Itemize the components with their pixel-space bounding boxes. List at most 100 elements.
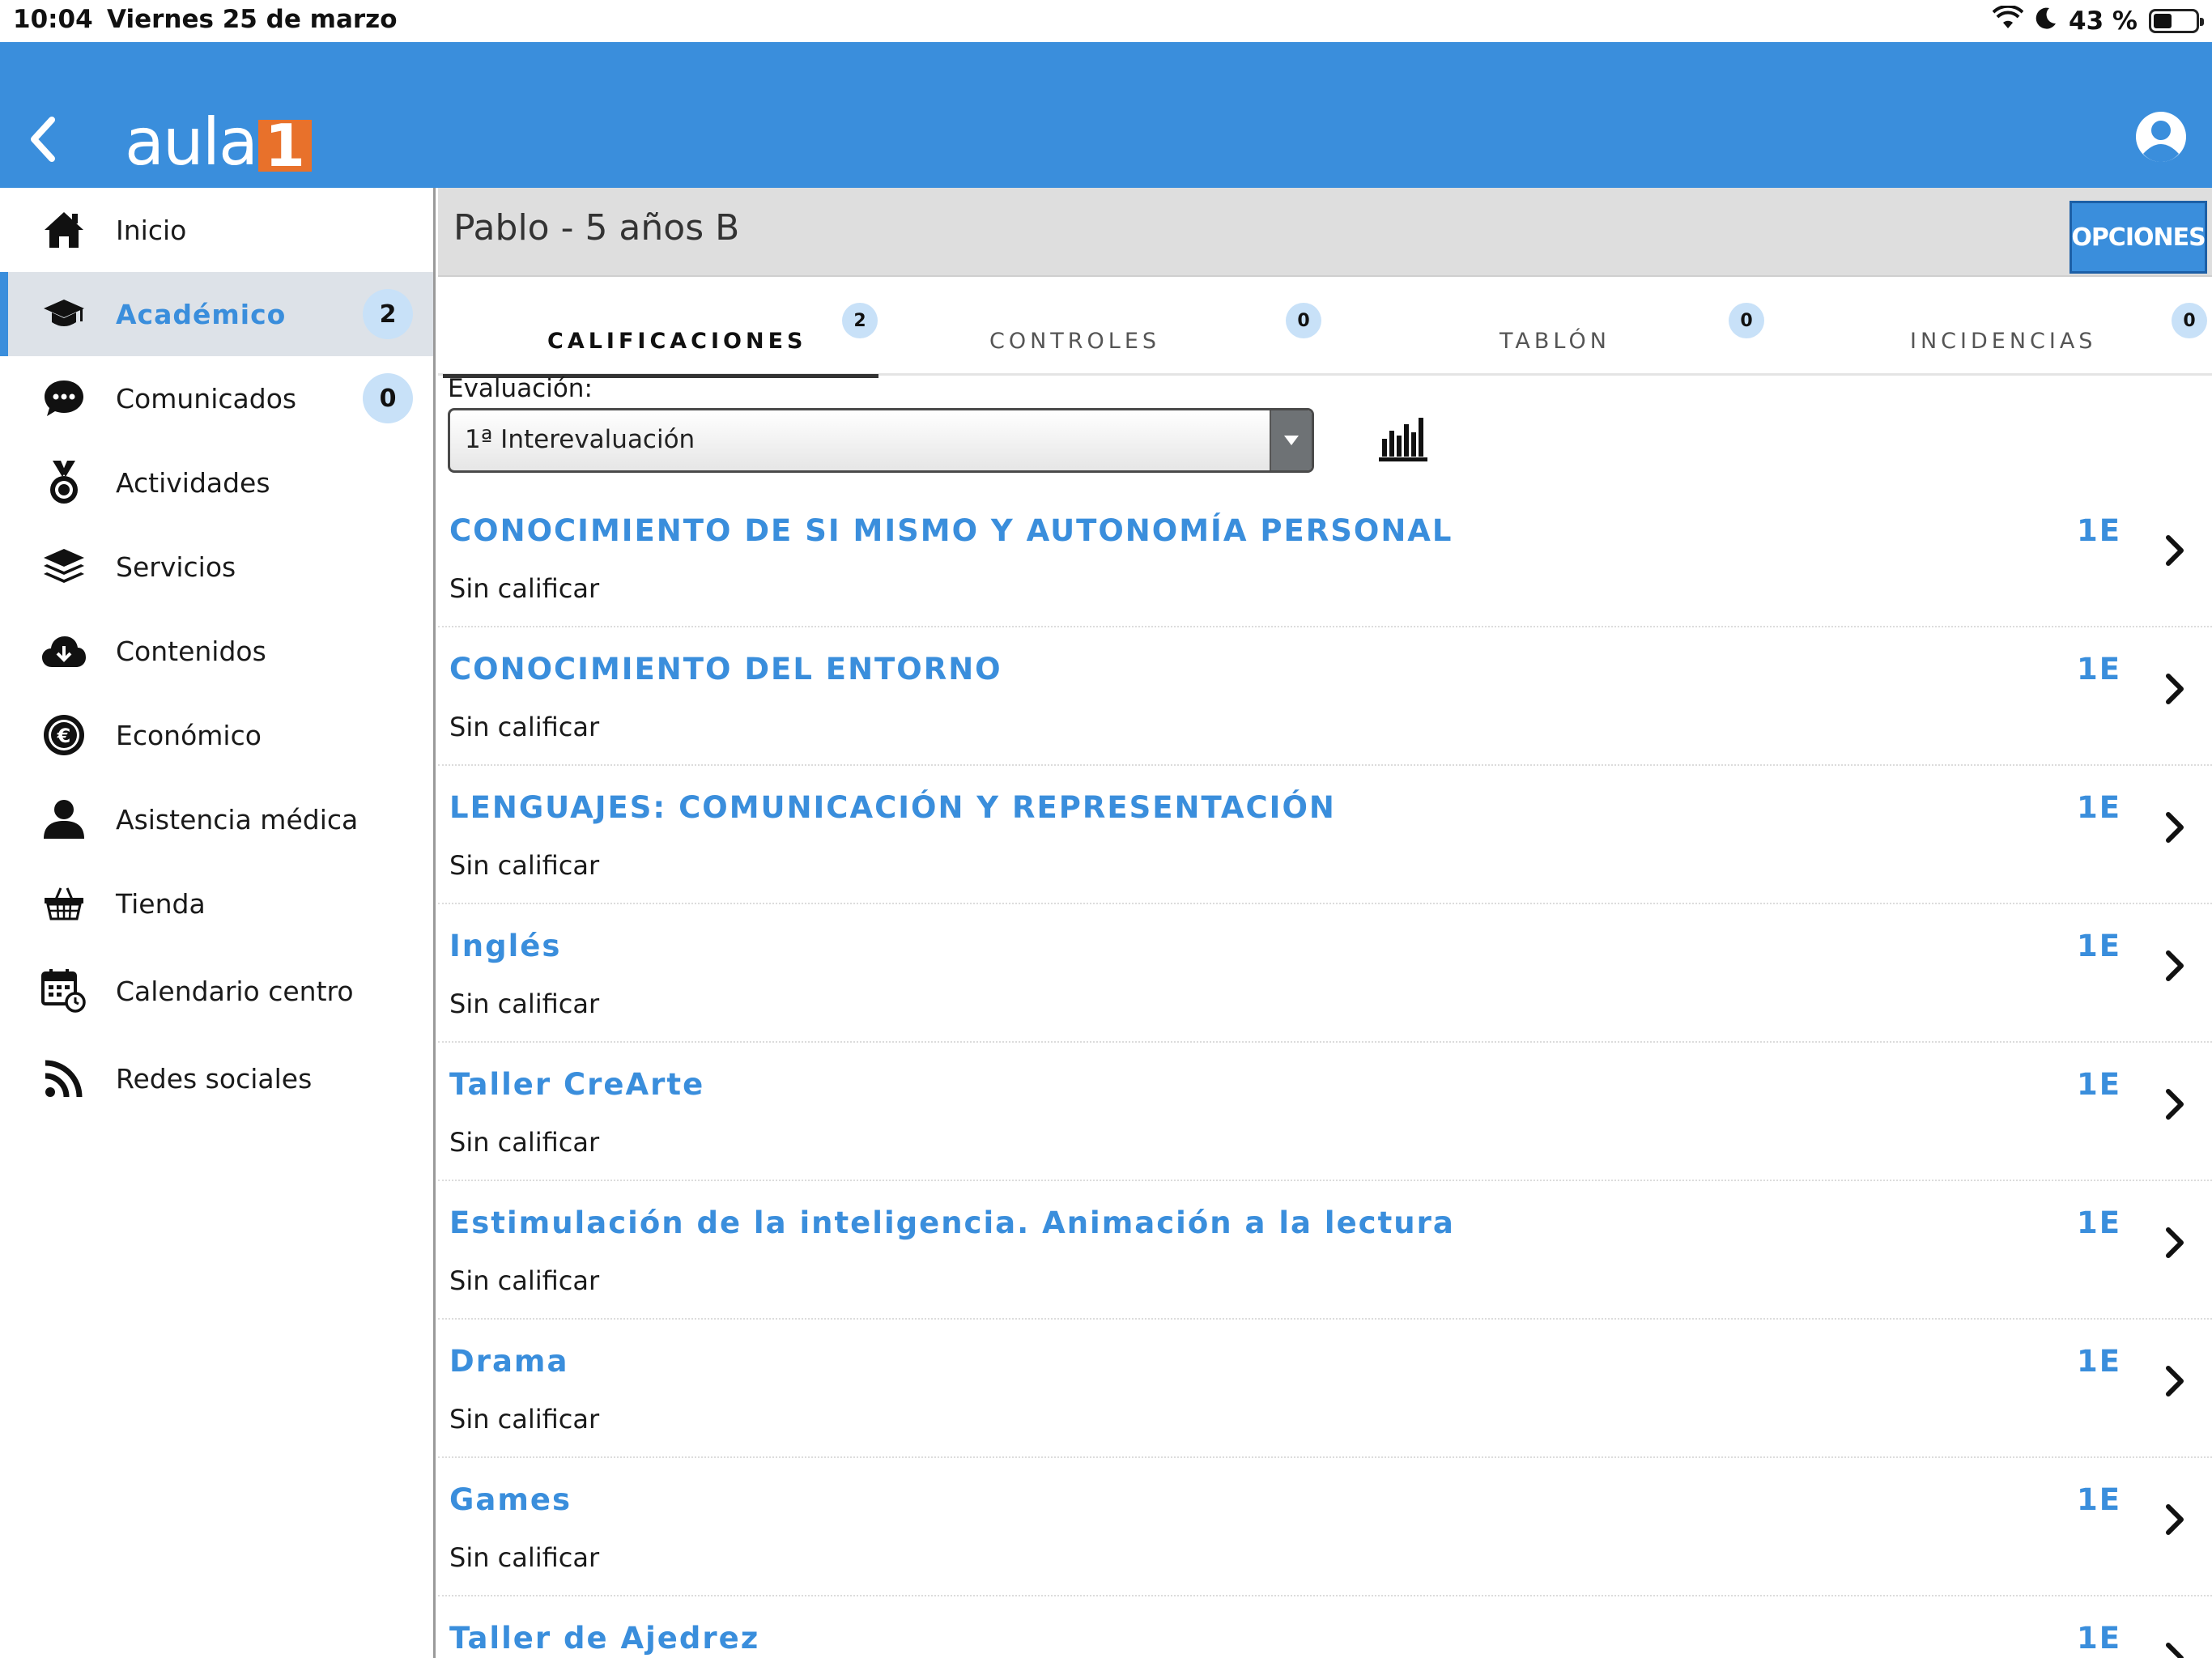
sidebar-item-servicios[interactable]: Servicios [0,525,433,609]
tab-label: INCIDENCIAS [1910,329,2097,354]
sidebar-item-label: Asistencia médica [116,803,359,835]
subject-status: Sin calificar [449,573,600,604]
subject-evaluation-code: 1E [2076,1067,2121,1102]
svg-text:€: € [57,725,71,747]
tab-label: CONTROLES [989,329,1161,354]
tab-badge: 0 [1729,303,1764,338]
chevron-right-icon[interactable] [2159,1358,2191,1404]
person-icon [39,794,89,844]
subject-row[interactable]: CONOCIMIENTO DEL ENTORNO Sin calificar 1E [438,627,2212,766]
home-icon [39,205,89,255]
subject-row[interactable]: Inglés Sin calificar 1E [438,904,2212,1043]
tab-calificaciones[interactable]: CALIFICACIONES 2 [438,278,881,378]
cloud-download-icon [39,626,89,676]
notification-badge: 2 [363,289,413,339]
subject-row[interactable]: Taller de Ajedrez 1E [438,1596,2212,1658]
medal-icon [39,457,89,508]
page-title: Pablo - 5 años B [453,207,740,249]
caret-down-icon [1284,436,1299,445]
status-right: 43 % [1992,3,2204,39]
user-account-button[interactable] [2133,108,2189,165]
tab-controles[interactable]: CONTROLES 0 [881,278,1324,376]
sidebar-item-label: Calendario centro [116,975,354,1007]
status-bar: 10:04 Viernes 25 de marzo 43 % [0,0,2212,42]
subject-status: Sin calificar [449,1542,600,1573]
back-button[interactable] [21,108,63,170]
sidebar-item-label: Económico [116,719,262,751]
subject-title: Estimulación de la inteligencia. Animaci… [449,1205,1455,1240]
sidebar-item-academico[interactable]: Académico 2 [0,272,433,356]
chevron-right-icon[interactable] [2159,1497,2191,1542]
sidebar-item-label: Servicios [116,551,236,583]
subject-title: Taller de Ajedrez [449,1621,760,1656]
subject-evaluation-code: 1E [2076,1205,2121,1240]
tab-incidencias[interactable]: INCIDENCIAS 0 [1767,278,2210,376]
calendar-icon [39,966,89,1016]
sidebar-item-calendario-centro[interactable]: Calendario centro [0,949,433,1033]
sidebar-item-actividades[interactable]: Actividades [0,440,433,525]
sidebar-item-tienda[interactable]: Tienda [0,861,433,946]
subject-row[interactable]: CONOCIMIENTO DE SI MISMO Y AUTONOMÍA PER… [438,489,2212,627]
euro-icon: € [39,710,89,760]
chevron-right-icon[interactable] [2159,1220,2191,1265]
subject-status: Sin calificar [449,988,600,1019]
subject-row[interactable]: Games Sin calificar 1E [438,1458,2212,1596]
evaluation-selected-value: 1ª Interevaluación [465,425,696,454]
subject-title: Drama [449,1344,569,1379]
chevron-right-icon[interactable] [2159,805,2191,850]
sidebar-item-contenidos[interactable]: Contenidos [0,609,433,693]
sidebar-item-inicio[interactable]: Inicio [0,188,433,272]
sidebar-item-asistencia-medica[interactable]: Asistencia médica [0,777,433,861]
subject-title: Games [449,1482,572,1517]
statistics-button[interactable] [1377,411,1431,465]
chevron-right-icon[interactable] [2159,528,2191,573]
subject-row[interactable]: Taller CreArte Sin calificar 1E [438,1043,2212,1181]
sidebar-item-label: Comunicados [116,382,297,414]
subject-row[interactable]: LENGUAJES: COMUNICACIÓN Y REPRESENTACIÓN… [438,766,2212,904]
subject-status: Sin calificar [449,712,600,742]
select-arrow[interactable] [1270,410,1312,470]
layers-icon [39,542,89,592]
sidebar-item-label: Tienda [116,887,206,920]
subject-title: CONOCIMIENTO DE SI MISMO Y AUTONOMÍA PER… [449,513,1453,548]
tab-badge: 0 [1286,303,1321,338]
chevron-left-icon [31,117,55,162]
tab-tablon[interactable]: TABLÓN 0 [1324,278,1767,376]
chat-bubble-icon [39,373,89,423]
sidebar: Inicio Académico 2 Comunicados 0 Activid… [0,188,436,1658]
status-time: 10:04 [13,5,93,34]
main-content: Pablo - 5 años B OPCIONES CALIFICACIONES… [438,188,2212,1658]
sidebar-item-redes-sociales[interactable]: Redes sociales [0,1036,433,1120]
logo-digit: 1 [257,117,312,175]
subject-evaluation-code: 1E [2076,790,2121,825]
subject-title: LENGUAJES: COMUNICACIÓN Y REPRESENTACIÓN [449,790,1336,825]
chevron-right-icon[interactable] [2159,943,2191,988]
logo-text: aula [125,104,258,180]
sidebar-item-label: Inicio [116,214,187,246]
tab-badge: 0 [2172,303,2207,338]
battery-percent: 43 % [2069,6,2138,36]
rss-icon [39,1053,89,1103]
subject-evaluation-code: 1E [2076,1482,2121,1517]
chevron-right-icon[interactable] [2159,1635,2191,1658]
subject-status: Sin calificar [449,850,600,881]
subject-title: Taller CreArte [449,1067,705,1102]
chevron-right-icon[interactable] [2159,1082,2191,1127]
sidebar-item-label: Académico [116,298,287,330]
sidebar-item-label: Actividades [116,466,270,499]
subject-status: Sin calificar [449,1404,600,1435]
options-button[interactable]: OPCIONES [2069,201,2207,274]
subject-row[interactable]: Estimulación de la inteligencia. Animaci… [438,1181,2212,1320]
subject-evaluation-code: 1E [2076,1344,2121,1379]
subject-title: CONOCIMIENTO DEL ENTORNO [449,652,1002,687]
notification-badge: 0 [363,373,413,423]
chevron-right-icon[interactable] [2159,666,2191,712]
evaluation-select[interactable]: 1ª Interevaluación [448,408,1314,473]
sidebar-item-economico[interactable]: € Económico [0,693,433,777]
sidebar-item-comunicados[interactable]: Comunicados 0 [0,356,433,440]
sidebar-item-label: Contenidos [116,635,266,667]
app-logo: aula 1 [125,100,312,175]
subject-evaluation-code: 1E [2076,652,2121,687]
subject-row[interactable]: Drama Sin calificar 1E [438,1320,2212,1458]
moon-icon [2035,6,2057,36]
